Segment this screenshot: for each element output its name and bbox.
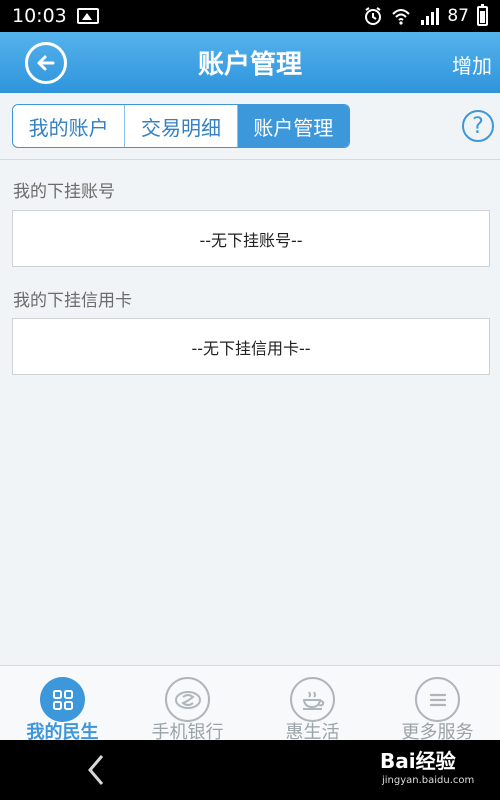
watermark-url: jingyan.baidu.com <box>382 775 475 786</box>
alarm-icon <box>365 7 382 25</box>
status-right-group: 87 <box>363 4 488 26</box>
help-circle-icon[interactable]: ? <box>462 110 494 142</box>
linked-accounts-box: --无下挂账号-- <box>12 210 490 267</box>
page-title: 账户管理 <box>197 50 302 80</box>
battery-icon <box>477 4 488 26</box>
back-arrow-circle-icon <box>37 55 55 71</box>
add-button[interactable]: 增加 <box>452 50 492 79</box>
section-title-linked-credit-cards: 我的下挂信用卡 <box>13 291 132 311</box>
tab-group: 我的账户 交易明细 账户管理 <box>12 104 350 148</box>
nav-item-my-minsheng[interactable]: 我的民生 <box>0 666 125 743</box>
status-bar: 10:03 87 <box>0 0 500 32</box>
app-header: 账户管理 增加 <box>0 32 500 93</box>
wifi-icon <box>392 9 411 25</box>
grid-icon <box>40 677 85 722</box>
signal-icon <box>421 8 440 25</box>
bottom-navigation: 我的民生 手机银行 惠生活 更多服务 <box>0 665 500 743</box>
nav-item-more-services[interactable]: 更多服务 <box>375 666 500 743</box>
coffee-icon <box>290 677 335 722</box>
tab-my-account[interactable]: 我的账户 <box>13 105 126 147</box>
bank-logo-icon <box>165 677 210 722</box>
nav-item-mobile-banking[interactable]: 手机银行 <box>125 666 250 743</box>
tab-row: 我的账户 交易明细 账户管理 ? <box>0 93 500 160</box>
linked-credit-cards-box: --无下挂信用卡-- <box>12 318 490 375</box>
baidu-jingyan-logo: Bai经验 <box>380 749 456 773</box>
back-button[interactable] <box>25 42 67 84</box>
tab-account-management[interactable]: 账户管理 <box>237 105 349 147</box>
menu-icon <box>415 677 460 722</box>
status-time: 10:03 <box>12 5 67 27</box>
content-area: 我的下挂账号 --无下挂账号-- 我的下挂信用卡 --无下挂信用卡-- <box>0 160 500 665</box>
image-icon <box>76 8 99 24</box>
nav-item-hui-life[interactable]: 惠生活 <box>250 666 375 743</box>
battery-level: 87 <box>447 6 469 26</box>
tab-transaction-details[interactable]: 交易明细 <box>125 105 238 147</box>
system-back-icon[interactable] <box>82 752 110 788</box>
section-title-linked-accounts: 我的下挂账号 <box>13 182 115 202</box>
